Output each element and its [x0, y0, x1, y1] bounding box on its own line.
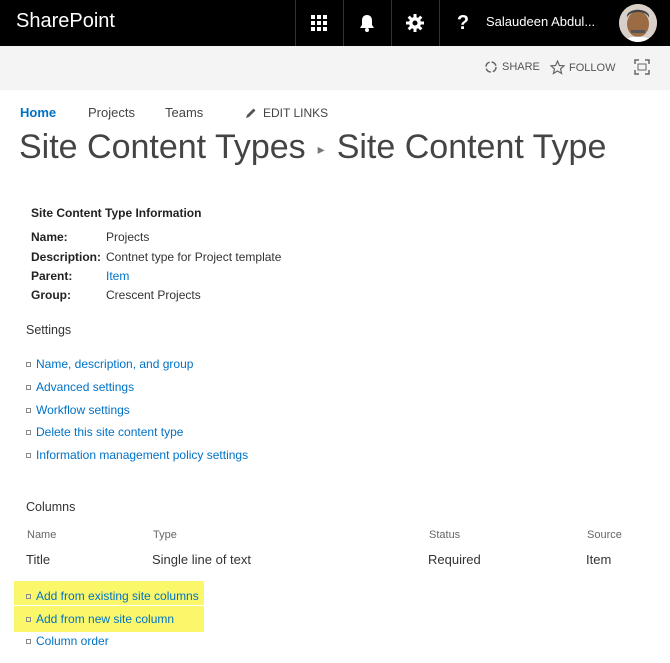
- bullet-icon: [26, 453, 31, 458]
- bullet-icon: [26, 385, 31, 390]
- avatar[interactable]: [619, 4, 657, 42]
- column-header-source: Source: [587, 529, 622, 541]
- edit-links-button[interactable]: EDIT LINKS: [245, 106, 328, 120]
- column-status-value: Required: [428, 552, 481, 567]
- information-policy-link[interactable]: Information management policy settings: [36, 448, 248, 462]
- column-order-link[interactable]: Column order: [36, 634, 109, 648]
- bell-icon: [360, 15, 374, 32]
- bullet-icon: [26, 594, 31, 599]
- columns-heading: Columns: [26, 500, 76, 514]
- bullet-icon: [26, 617, 31, 622]
- group-value: Crescent Projects: [106, 288, 201, 302]
- name-value: Projects: [106, 230, 150, 244]
- description-label: Description:: [31, 250, 102, 264]
- settings-heading: Settings: [26, 323, 72, 337]
- topnav-teams[interactable]: Teams: [165, 105, 203, 120]
- workflow-settings-link[interactable]: Workflow settings: [36, 403, 130, 417]
- focus-icon: [634, 59, 650, 75]
- focus-on-content-button[interactable]: [634, 59, 650, 75]
- add-existing-site-columns-link[interactable]: Add from existing site columns: [36, 589, 199, 603]
- add-new-site-column-link[interactable]: Add from new site column: [36, 612, 174, 626]
- parent-label: Parent:: [31, 269, 73, 283]
- edit-links-label: EDIT LINKS: [263, 106, 329, 120]
- breadcrumb-separator-icon: ▸: [317, 140, 325, 157]
- bullet-icon: [26, 408, 31, 413]
- group-label: Group:: [31, 288, 71, 302]
- column-header-name: Name: [27, 529, 57, 541]
- user-photo-icon: [619, 4, 657, 42]
- suite-bar: SharePoint ? Salaudeen Abdul...: [0, 0, 670, 46]
- help-button[interactable]: ?: [439, 0, 486, 46]
- help-icon: ?: [456, 11, 470, 34]
- column-title-link[interactable]: Title: [26, 552, 50, 567]
- share-label: SHARE: [502, 61, 540, 73]
- waffle-icon: [311, 15, 327, 31]
- pencil-icon: [246, 108, 256, 118]
- name-label: Name:: [31, 230, 68, 244]
- parent-link[interactable]: Item: [106, 269, 129, 283]
- bullet-icon: [26, 362, 31, 367]
- sharepoint-brand[interactable]: SharePoint: [16, 10, 115, 33]
- page-title: Site Content Types ▸ Site Content Type: [19, 128, 606, 167]
- topnav-home[interactable]: Home: [20, 105, 56, 120]
- breadcrumb-current: Site Content Type: [336, 128, 607, 166]
- name-description-group-link[interactable]: Name, description, and group: [36, 357, 193, 371]
- column-header-type: Type: [153, 529, 177, 541]
- app-launcher-button[interactable]: [295, 0, 342, 46]
- topnav-projects[interactable]: Projects: [88, 105, 135, 120]
- star-icon: [550, 60, 565, 75]
- follow-button[interactable]: FOLLOW: [550, 60, 615, 75]
- column-type-value: Single line of text: [152, 552, 252, 567]
- follow-label: FOLLOW: [569, 61, 616, 74]
- bullet-icon: [26, 430, 31, 435]
- column-source-link[interactable]: Item: [586, 552, 611, 567]
- share-icon: [485, 61, 497, 73]
- delete-content-type-link[interactable]: Delete this site content type: [36, 425, 183, 439]
- info-heading: Site Content Type Information: [31, 206, 202, 220]
- settings-button[interactable]: [391, 0, 438, 46]
- bullet-icon: [26, 639, 31, 644]
- breadcrumb-site-content-types[interactable]: Site Content Types: [19, 128, 306, 166]
- column-header-status: Status: [429, 529, 461, 541]
- user-name[interactable]: Salaudeen Abdul...: [486, 14, 595, 29]
- description-value: Contnet type for Project template: [106, 250, 282, 264]
- gear-icon: [406, 14, 424, 32]
- notifications-button[interactable]: [343, 0, 390, 46]
- share-button[interactable]: SHARE: [484, 60, 540, 74]
- advanced-settings-link[interactable]: Advanced settings: [36, 380, 134, 394]
